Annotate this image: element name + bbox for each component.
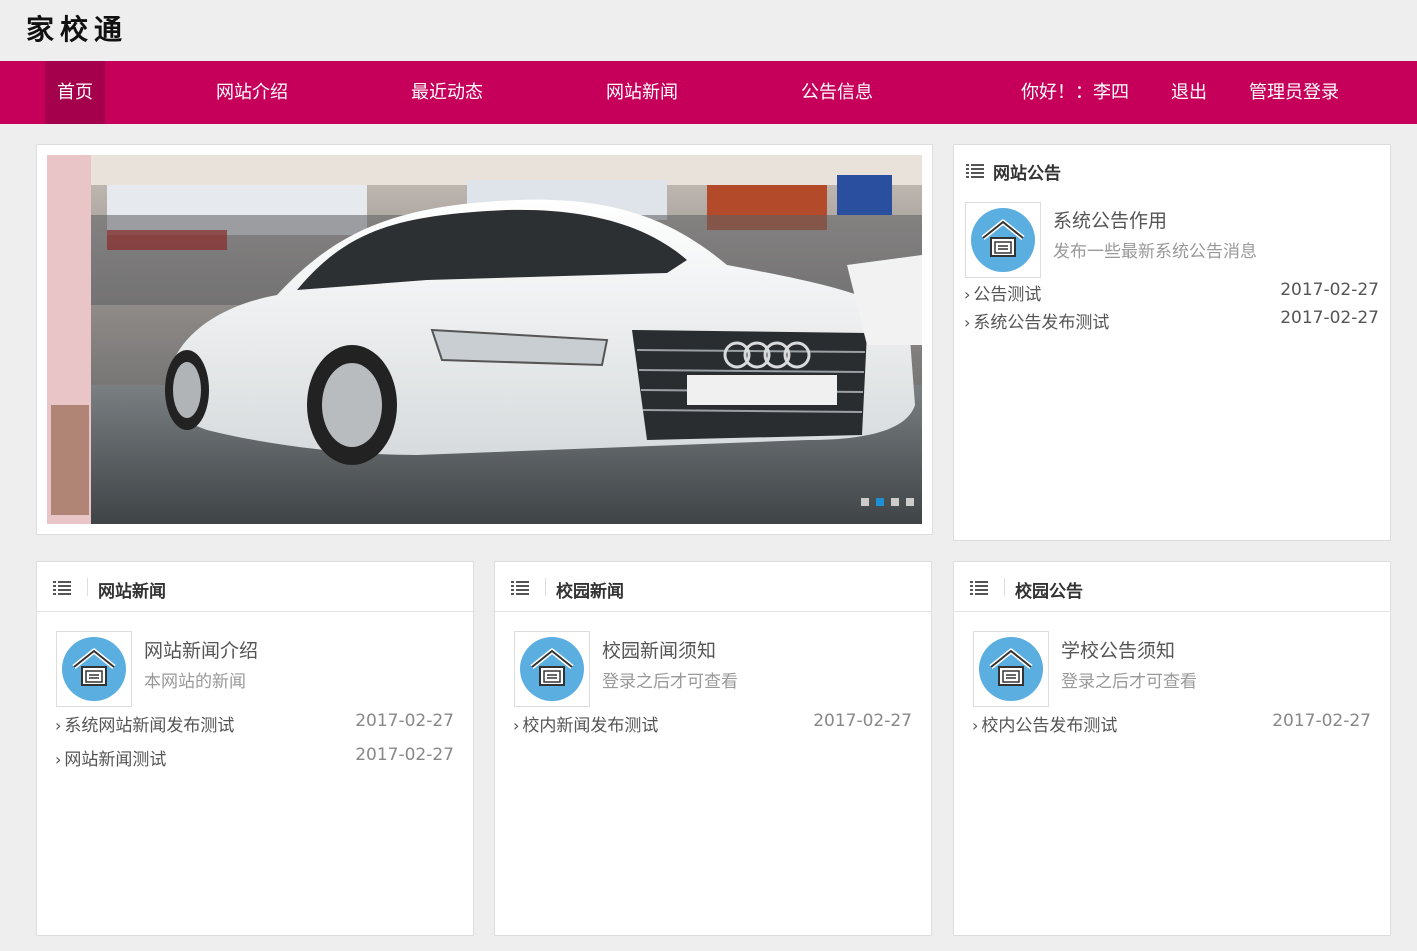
- divider: [1004, 578, 1005, 596]
- banner-carousel: [36, 144, 933, 535]
- divider: [545, 578, 546, 596]
- list-item[interactable]: › 校内新闻发布测试: [513, 711, 658, 736]
- chevron-right-icon: ›: [964, 285, 971, 304]
- list-item-date: 2017-02-27: [1280, 280, 1379, 300]
- list-item-text[interactable]: 公告测试: [973, 285, 1041, 305]
- campus-news-panel: 校园新闻 校园新闻须知 登录之后才可查看 › 校内新闻发布测试 2017-02-2…: [494, 561, 932, 936]
- list-icon: [511, 581, 529, 595]
- featured-thumbnail[interactable]: [965, 202, 1041, 278]
- list-item-text[interactable]: 网站新闻测试: [64, 750, 166, 770]
- list-item-text[interactable]: 校内公告发布测试: [981, 716, 1117, 736]
- car-photo: [47, 155, 922, 524]
- panel-title: 网站公告: [993, 164, 1061, 184]
- list-icon: [53, 581, 71, 595]
- featured-desc: 登录之后才可查看: [1061, 672, 1197, 692]
- chevron-right-icon: ›: [55, 750, 62, 769]
- user-greeting: 你好！：李四: [1021, 82, 1129, 103]
- list-item-date: 2017-02-27: [1280, 308, 1379, 328]
- list-item-text[interactable]: 系统网站新闻发布测试: [64, 716, 234, 736]
- featured-thumbnail[interactable]: [973, 631, 1049, 707]
- carousel-dot[interactable]: [891, 498, 899, 506]
- featured-thumbnail[interactable]: [56, 631, 132, 707]
- panel-header: 网站新闻: [37, 562, 473, 612]
- panel-title: 校园新闻: [556, 582, 624, 602]
- featured-thumbnail[interactable]: [514, 631, 590, 707]
- featured-title[interactable]: 学校公告须知: [1061, 636, 1175, 663]
- school-house-icon: [62, 637, 126, 701]
- nav-item-recent[interactable]: 最近动态: [402, 61, 492, 124]
- chevron-right-icon: ›: [513, 716, 520, 735]
- list-item-date: 2017-02-27: [813, 711, 912, 731]
- school-house-icon: [971, 208, 1035, 272]
- list-item[interactable]: › 公告测试: [964, 280, 1041, 305]
- list-icon: [966, 164, 984, 178]
- featured-title[interactable]: 网站新闻介绍: [144, 636, 258, 663]
- carousel-dots: [861, 498, 914, 506]
- carousel-dot-active[interactable]: [876, 498, 884, 506]
- nav-item-about[interactable]: 网站介绍: [207, 61, 297, 124]
- nav-item-home[interactable]: 首页: [45, 61, 105, 124]
- list-item[interactable]: › 网站新闻测试: [55, 745, 166, 770]
- logout-link[interactable]: 退出: [1163, 61, 1215, 124]
- chevron-right-icon: ›: [964, 313, 971, 332]
- notice-panel: 网站公告 系统公告作用 发布一些最新系统公告消息 › 公告测试 2017-02-2…: [953, 144, 1391, 541]
- featured-title[interactable]: 校园新闻须知: [602, 636, 716, 663]
- list-item-date: 2017-02-27: [355, 711, 454, 731]
- chevron-right-icon: ›: [55, 716, 62, 735]
- panel-title: 网站新闻: [98, 582, 166, 602]
- list-item-text[interactable]: 校内新闻发布测试: [522, 716, 658, 736]
- site-header: 家校通: [0, 0, 1417, 61]
- site-logo[interactable]: 家校通: [26, 8, 128, 48]
- main-nav: 首页 网站介绍 最近动态 网站新闻 公告信息 你好！：李四 退出 管理员登录: [0, 61, 1417, 124]
- featured-desc: 发布一些最新系统公告消息: [1053, 242, 1257, 262]
- carousel-dot[interactable]: [861, 498, 869, 506]
- list-item[interactable]: › 校内公告发布测试: [972, 711, 1117, 736]
- chevron-right-icon: ›: [972, 716, 979, 735]
- list-icon: [970, 581, 988, 595]
- panel-title: 校园公告: [1015, 582, 1083, 602]
- divider: [87, 578, 88, 596]
- banner-image[interactable]: [47, 155, 922, 524]
- news-panel: 网站新闻 网站新闻介绍 本网站的新闻 › 系统网站新闻发布测试 2017-02-2…: [36, 561, 474, 936]
- list-item-text[interactable]: 系统公告发布测试: [973, 313, 1109, 333]
- list-item-date: 2017-02-27: [355, 745, 454, 765]
- list-item[interactable]: › 系统网站新闻发布测试: [55, 711, 234, 736]
- panel-header: 校园新闻: [495, 562, 931, 612]
- panel-header: 校园公告: [954, 562, 1390, 612]
- admin-login-link[interactable]: 管理员登录: [1240, 61, 1348, 124]
- list-item[interactable]: › 系统公告发布测试: [964, 308, 1109, 333]
- school-house-icon: [979, 637, 1043, 701]
- featured-desc: 登录之后才可查看: [602, 672, 738, 692]
- featured-desc: 本网站的新闻: [144, 672, 246, 692]
- nav-item-news[interactable]: 网站新闻: [597, 61, 687, 124]
- list-item-date: 2017-02-27: [1272, 711, 1371, 731]
- campus-notice-panel: 校园公告 学校公告须知 登录之后才可查看 › 校内公告发布测试 2017-02-2…: [953, 561, 1391, 936]
- carousel-dot[interactable]: [906, 498, 914, 506]
- featured-title[interactable]: 系统公告作用: [1053, 206, 1167, 233]
- school-house-icon: [520, 637, 584, 701]
- nav-item-notices[interactable]: 公告信息: [792, 61, 882, 124]
